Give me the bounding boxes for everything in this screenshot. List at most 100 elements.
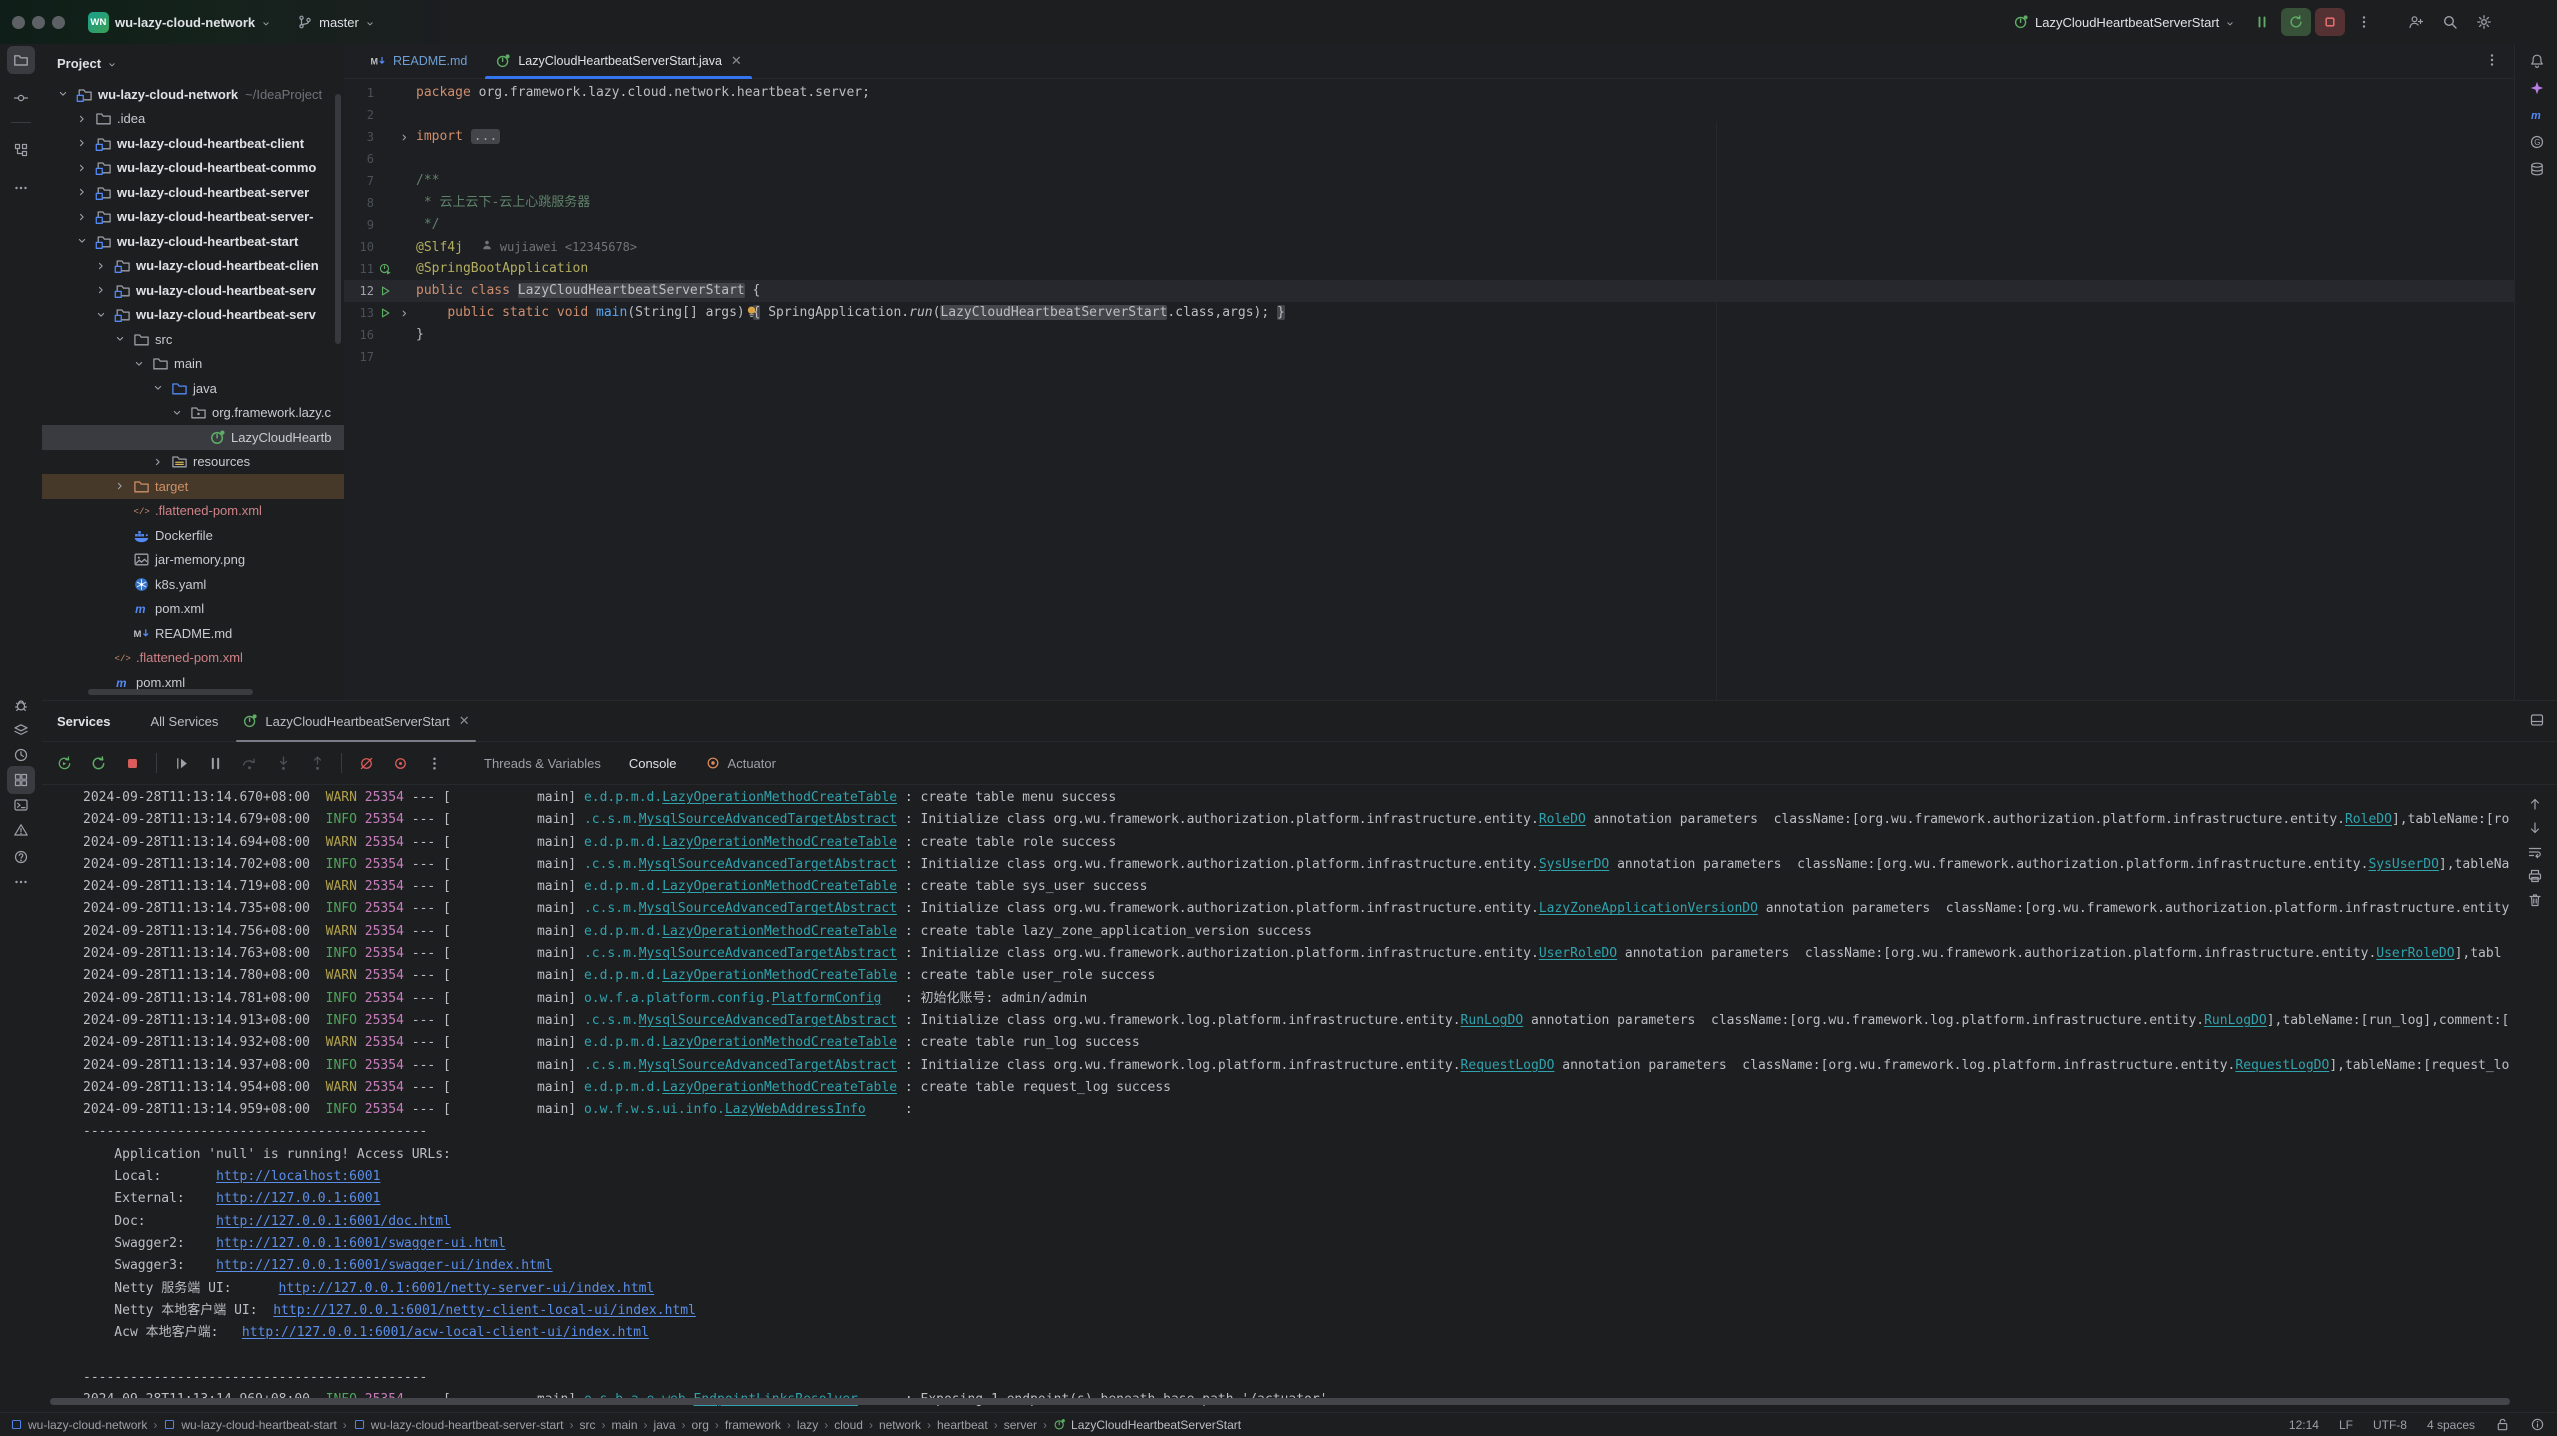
stripe-services-button[interactable] — [7, 766, 35, 794]
tree-item-wu-lazy-cloud-heartbeat-clien[interactable]: wu-lazy-cloud-heartbeat-clien — [42, 254, 344, 279]
print-button[interactable] — [2524, 865, 2546, 887]
tree-closed-chevron-icon[interactable] — [152, 456, 171, 468]
code-line-7[interactable]: 7/** — [344, 170, 2514, 192]
log-logger-link[interactable]: MysqlSourceAdvancedTargetAbstract — [639, 1058, 897, 1073]
close-tab-icon[interactable]: ✕ — [731, 53, 742, 69]
log-message-class-link[interactable]: RoleDO — [1539, 812, 1586, 827]
tree-item-wu-lazy-cloud-heartbeat-serv[interactable]: wu-lazy-cloud-heartbeat-serv — [42, 303, 344, 328]
settings-button[interactable] — [2469, 8, 2499, 36]
breadcrumb-item-wu-lazy-cloud-heartbeat-server-start[interactable]: wu-lazy-cloud-heartbeat-server-start — [353, 1418, 564, 1432]
breadcrumb-item-wu-lazy-cloud-heartbeat-start[interactable]: wu-lazy-cloud-heartbeat-start — [163, 1418, 336, 1432]
breadcrumb-item-main[interactable]: main — [612, 1418, 638, 1432]
step-over-button[interactable] — [237, 751, 261, 775]
mute-breakpoints-button[interactable] — [354, 751, 378, 775]
tree-open-chevron-icon[interactable] — [114, 333, 133, 345]
access-url-link[interactable]: http://127.0.0.1:6001 — [216, 1191, 380, 1206]
breadcrumb-item-java[interactable]: java — [654, 1418, 676, 1432]
tree-closed-chevron-icon[interactable] — [114, 480, 133, 492]
tree-item-readme-md[interactable]: MREADME.md — [42, 621, 344, 646]
status-widget-utf-8[interactable]: UTF-8 — [2373, 1418, 2407, 1432]
log-message-class-link[interactable]: LazyZoneApplicationVersionDO — [1539, 901, 1758, 916]
tree-item-main[interactable]: main — [42, 352, 344, 377]
code-line-10[interactable]: 10@Slf4j wujiawei <12345678> — [344, 236, 2514, 258]
tree-item-org-framework-lazy-c[interactable]: org.framework.lazy.c — [42, 401, 344, 426]
tree-closed-chevron-icon[interactable] — [95, 260, 114, 272]
unlock-icon[interactable] — [2495, 1417, 2510, 1432]
tree-item--flattened-pom-xml[interactable]: </>.flattened-pom.xml — [42, 499, 344, 524]
log-logger-link[interactable]: LazyOperationMethodCreateTable — [662, 879, 897, 894]
breadcrumb-item-cloud[interactable]: cloud — [834, 1418, 863, 1432]
log-message-class-link[interactable]: RoleDO — [2345, 812, 2392, 827]
code-with-me-button[interactable] — [2401, 8, 2431, 36]
close-window-icon[interactable] — [12, 16, 25, 29]
rerun-gutter-icon[interactable] — [378, 262, 392, 276]
project-tree-vertical-scrollbar[interactable] — [335, 94, 341, 344]
log-logger-link[interactable]: MysqlSourceAdvancedTargetAbstract — [639, 857, 897, 872]
stripe-recent-button[interactable] — [7, 741, 35, 769]
tree-item-lazycloudheartb[interactable]: LazyCloudHeartb — [42, 425, 344, 450]
stripe-maven-button[interactable]: m — [2523, 101, 2551, 129]
rerun-button[interactable] — [52, 751, 76, 775]
code-line-3[interactable]: 3import ... — [344, 126, 2514, 148]
clear-all-button[interactable] — [2524, 889, 2546, 911]
tree-item-k8s-yaml[interactable]: k8s.yaml — [42, 572, 344, 597]
view-breakpoints-button[interactable] — [388, 751, 412, 775]
stripe-commit-button[interactable] — [7, 84, 35, 112]
access-url-link[interactable]: http://127.0.0.1:6001/netty-client-local… — [273, 1303, 696, 1318]
search-everywhere-button[interactable] — [2435, 8, 2465, 36]
scroll-to-top-button[interactable] — [2524, 793, 2546, 815]
layout-settings-icon[interactable] — [2529, 712, 2545, 728]
code-line-8[interactable]: 8 * 云上云下-云上心跳服务器 — [344, 192, 2514, 214]
log-message-class-link[interactable]: RunLogDO — [2204, 1013, 2267, 1028]
tree-open-chevron-icon[interactable] — [57, 88, 76, 100]
editor-tab-lazycloudheartbeatserverstart-java[interactable]: LazyCloudHeartbeatServerStart.java✕ — [481, 44, 755, 78]
log-logger-link[interactable]: MysqlSourceAdvancedTargetAbstract — [639, 1013, 897, 1028]
console-horizontal-scrollbar[interactable] — [50, 1398, 2510, 1405]
tree-item-src[interactable]: src — [42, 327, 344, 352]
log-logger-link[interactable]: LazyOperationMethodCreateTable — [662, 968, 897, 983]
log-logger-link[interactable]: PlatformConfig — [772, 991, 882, 1006]
breadcrumb-item-network[interactable]: network — [879, 1418, 921, 1432]
access-url-link[interactable]: http://127.0.0.1:6001/swagger-ui/index.h… — [216, 1258, 553, 1273]
log-logger-link[interactable]: LazyOperationMethodCreateTable — [662, 1080, 897, 1095]
window-controls[interactable] — [12, 16, 72, 29]
tree-item-wu-lazy-cloud-network[interactable]: wu-lazy-cloud-network~/IdeaProject — [42, 82, 344, 107]
more-button[interactable] — [422, 751, 446, 775]
tree-item-target[interactable]: target — [42, 474, 344, 499]
run-triangle-icon[interactable] — [378, 306, 392, 320]
pause-button[interactable] — [2247, 8, 2277, 36]
status-widget-lf[interactable]: LF — [2339, 1418, 2353, 1432]
services-tab-lazycloudheartbeatserverstart[interactable]: LazyCloudHeartbeatServerStart✕ — [230, 701, 481, 741]
restart-button[interactable] — [86, 751, 110, 775]
close-tab-icon[interactable]: ✕ — [459, 713, 470, 729]
step-into-button[interactable] — [271, 751, 295, 775]
soft-wrap-button[interactable] — [2524, 841, 2546, 863]
tree-closed-chevron-icon[interactable] — [95, 284, 114, 296]
maximize-window-icon[interactable] — [52, 16, 65, 29]
code-line-9[interactable]: 9 */ — [344, 214, 2514, 236]
tree-item-pom-xml[interactable]: mpom.xml — [42, 597, 344, 622]
tree-closed-chevron-icon[interactable] — [76, 186, 95, 198]
stripe-help-button[interactable] — [7, 843, 35, 871]
pause-button[interactable] — [203, 751, 227, 775]
tree-item-jar-memory-png[interactable]: jar-memory.png — [42, 548, 344, 573]
step-out-button[interactable] — [305, 751, 329, 775]
tree-item-resources[interactable]: resources — [42, 450, 344, 475]
access-url-link[interactable]: http://127.0.0.1:6001/acw-local-client-u… — [242, 1325, 649, 1340]
resume-button[interactable] — [169, 751, 193, 775]
breadcrumb-item-server[interactable]: server — [1004, 1418, 1037, 1432]
stripe-layers-button[interactable] — [7, 716, 35, 744]
breadcrumb-item-src[interactable]: src — [580, 1418, 596, 1432]
stripe-gradle-button[interactable]: G — [2523, 128, 2551, 156]
more-actions-button[interactable] — [2349, 8, 2379, 36]
tree-open-chevron-icon[interactable] — [171, 407, 190, 419]
access-url-link[interactable]: http://127.0.0.1:6001/swagger-ui.html — [216, 1236, 506, 1251]
stop-button[interactable] — [120, 751, 144, 775]
code-line-13[interactable]: 13 public static void main(String[] args… — [344, 302, 2514, 324]
breadcrumb-item-lazycloudheartbeatserverstart[interactable]: LazyCloudHeartbeatServerStart — [1053, 1418, 1241, 1432]
log-logger-link[interactable]: MysqlSourceAdvancedTargetAbstract — [639, 901, 897, 916]
code-line-11[interactable]: 11@SpringBootApplication — [344, 258, 2514, 280]
breadcrumb-item-wu-lazy-cloud-network[interactable]: wu-lazy-cloud-network — [10, 1418, 147, 1432]
tree-item-dockerfile[interactable]: Dockerfile — [42, 523, 344, 548]
log-logger-link[interactable]: LazyOperationMethodCreateTable — [662, 924, 897, 939]
